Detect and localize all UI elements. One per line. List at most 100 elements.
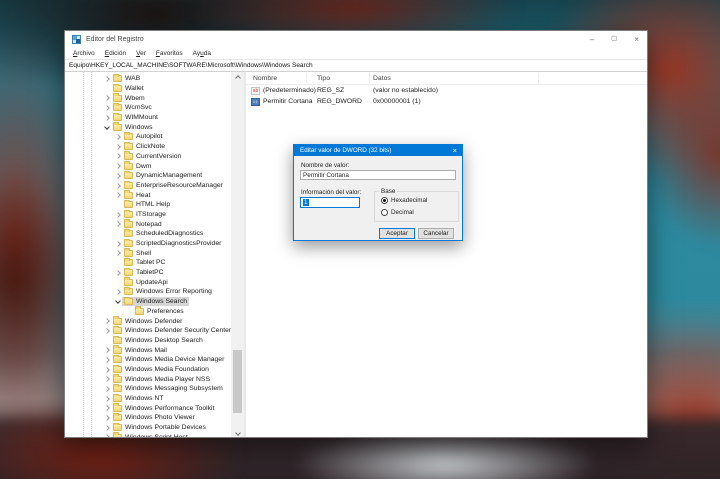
tree-item[interactable]: Windows Script Host — [65, 432, 231, 437]
expander-collapsed-icon[interactable] — [103, 317, 111, 326]
tree-item[interactable]: Windows Mail — [65, 345, 231, 355]
value-row[interactable]: 11 Permitir Cortana REG_DWORD 0x00000001 (1… — [246, 96, 647, 107]
expander-collapsed-icon[interactable] — [103, 113, 111, 122]
tree-node[interactable]: ScriptedDiagnosticsProvider — [122, 238, 223, 248]
menu-item-edición[interactable]: Edición — [105, 50, 126, 57]
address-bar[interactable]: Equipo\HKEY_LOCAL_MACHINE\SOFTWARE\Micro… — [65, 59, 647, 72]
tree-node[interactable]: Shell — [122, 248, 153, 258]
tree-item[interactable]: Shell — [65, 248, 231, 258]
tree-item[interactable]: Windows Defender — [65, 316, 231, 326]
expander-collapsed-icon[interactable] — [103, 74, 111, 83]
expander-collapsed-icon[interactable] — [103, 375, 111, 384]
tree-node[interactable]: Windows Media Foundation — [111, 364, 211, 374]
expander-collapsed-icon[interactable] — [103, 433, 111, 437]
expander-collapsed-icon[interactable] — [114, 181, 122, 190]
tree-node[interactable]: Windows Error Reporting — [122, 287, 214, 296]
scroll-down-icon[interactable] — [231, 428, 244, 437]
tree-item[interactable]: WIMMount — [65, 112, 231, 123]
column-separator[interactable] — [369, 73, 370, 83]
expander-collapsed-icon[interactable] — [103, 103, 111, 112]
radio-unselected-icon[interactable] — [381, 209, 388, 216]
tree-node[interactable]: Windows Defender Security Center — [111, 325, 231, 335]
tree-node[interactable]: CurrentVersion — [122, 151, 183, 161]
value-row[interactable]: ab (Predeterminado) REG_SZ (valor no establ… — [246, 85, 647, 96]
tree-item[interactable]: Windows Search — [65, 296, 231, 307]
expander-collapsed-icon[interactable] — [103, 355, 111, 364]
tree-item[interactable]: Preferences — [65, 306, 231, 317]
menu-item-ayuda[interactable]: Ayuda — [193, 50, 211, 57]
value-name-field[interactable]: Permitir Cortana — [300, 170, 456, 180]
tree-node[interactable]: TabletPC — [122, 267, 166, 277]
tree-item[interactable]: Windows Media Player NSS — [65, 374, 231, 384]
expander-collapsed-icon[interactable] — [103, 423, 111, 432]
menu-item-ver[interactable]: Ver — [136, 50, 146, 57]
expander-collapsed-icon[interactable] — [114, 162, 122, 171]
tree-item[interactable]: UpdateApi — [65, 277, 231, 287]
value-data-field[interactable]: 1 — [300, 197, 360, 208]
tree-item[interactable]: Windows Media Device Manager — [65, 354, 231, 365]
tree-node[interactable]: Windows Search — [122, 296, 189, 307]
tree-item[interactable]: Tablet PC — [65, 258, 231, 268]
tree-node[interactable]: Tablet PC — [122, 258, 167, 267]
expander-collapsed-icon[interactable] — [103, 94, 111, 103]
tree-node[interactable]: Wallet — [111, 83, 146, 93]
expander-collapsed-icon[interactable] — [103, 326, 111, 335]
menu-item-archivo[interactable]: Archivo — [73, 50, 95, 57]
tree-item[interactable]: WcmSvc — [65, 103, 231, 113]
tree-item[interactable]: WAB — [65, 73, 231, 84]
expander-collapsed-icon[interactable] — [114, 268, 122, 277]
tree-node[interactable]: Windows Defender — [111, 316, 184, 326]
scrollbar-thumb[interactable] — [233, 350, 242, 413]
dialog-close-icon[interactable]: × — [453, 146, 457, 155]
expander-collapsed-icon[interactable] — [103, 346, 111, 355]
tree-node[interactable]: Windows Media Player NSS — [111, 374, 212, 384]
tree-node[interactable]: WcmSvc — [111, 103, 154, 112]
tree-node[interactable]: HTML Help — [122, 199, 172, 209]
tree-item[interactable]: ITStorage — [65, 209, 231, 220]
tree-node[interactable]: ScheduledDiagnostics — [122, 228, 205, 238]
radio-hexadecimal[interactable]: Hexadecimal — [381, 197, 427, 204]
expander-collapsed-icon[interactable] — [114, 132, 122, 141]
expander-collapsed-icon[interactable] — [114, 152, 122, 161]
column-header-tipo[interactable]: Tipo — [317, 75, 330, 82]
tree-item[interactable]: Windows NT — [65, 393, 231, 404]
minimize-icon[interactable]: – — [590, 35, 594, 44]
tree-node[interactable]: Wbem — [111, 93, 147, 103]
radio-decimal[interactable]: Decimal — [381, 209, 414, 216]
tree-node[interactable]: Dwm — [122, 161, 153, 171]
tree-item[interactable]: CurrentVersion — [65, 151, 231, 162]
expander-collapsed-icon[interactable] — [114, 171, 122, 180]
expander-collapsed-icon[interactable] — [103, 384, 111, 393]
tree-node[interactable]: Windows NT — [111, 393, 166, 403]
tree-item[interactable]: EnterpriseResourceManager — [65, 180, 231, 191]
tree-item[interactable]: Windows Media Foundation — [65, 364, 231, 375]
expander-collapsed-icon[interactable] — [114, 249, 122, 258]
radio-selected-icon[interactable] — [381, 197, 388, 204]
expander-collapsed-icon[interactable] — [114, 142, 122, 151]
expander-expanded-icon[interactable] — [103, 123, 111, 132]
tree-node[interactable]: Windows Script Host — [111, 432, 190, 437]
maximize-icon[interactable]: ▢ — [611, 36, 617, 43]
expander-collapsed-icon[interactable] — [114, 287, 122, 296]
tree-node[interactable]: Notepad — [122, 219, 164, 229]
tree-item[interactable]: Windows Error Reporting — [65, 287, 231, 297]
tree-node[interactable]: Windows Portable Devices — [111, 422, 208, 432]
tree-item[interactable]: TabletPC — [65, 267, 231, 278]
tree-item[interactable]: Wbem — [65, 93, 231, 103]
tree-scrollbar[interactable] — [231, 72, 244, 437]
tree-node[interactable]: Windows Performance Toolkit — [111, 403, 216, 413]
expander-collapsed-icon[interactable] — [114, 210, 122, 219]
tree-node[interactable]: Windows Mail — [111, 345, 169, 355]
tree-item[interactable]: HTML Help — [65, 199, 231, 210]
tree-node[interactable]: Autopilot — [122, 132, 164, 141]
menu-item-favoritos[interactable]: Favoritos — [156, 50, 183, 57]
tree-item[interactable]: Notepad — [65, 219, 231, 229]
tree-node[interactable]: Windows Photo Viewer — [111, 413, 197, 422]
expander-expanded-icon[interactable] — [114, 297, 122, 306]
tree-node[interactable]: Windows Desktop Search — [111, 335, 205, 345]
expander-collapsed-icon[interactable] — [103, 413, 111, 422]
tree-node[interactable]: ClickNote — [122, 141, 167, 151]
expander-collapsed-icon[interactable] — [114, 239, 122, 248]
tree-item[interactable]: Windows Performance Toolkit — [65, 403, 231, 413]
tree-item[interactable]: Autopilot — [65, 132, 231, 142]
